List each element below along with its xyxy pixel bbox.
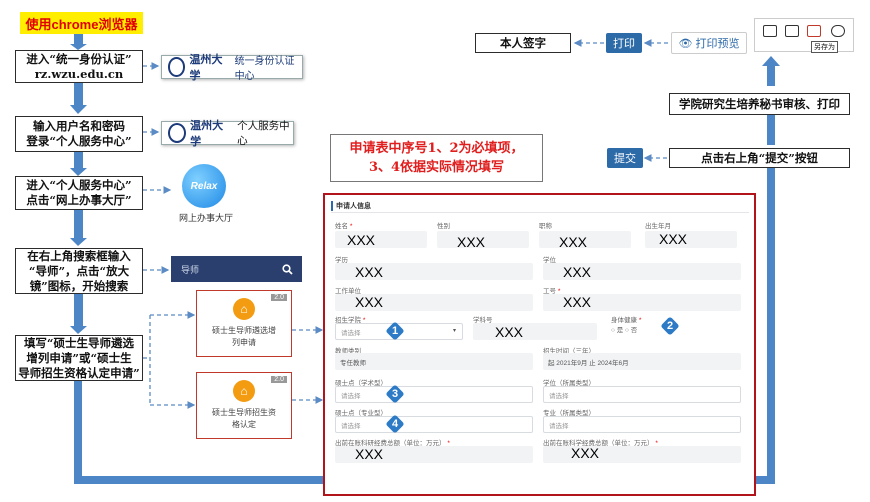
marker-4: 4 [387, 416, 403, 432]
step-fill-form: 填写“硕士生导师遴选 增列申请”或“硕士生 导师招生资格认定申请” [15, 335, 143, 381]
step-sign: 本人签字 [475, 33, 571, 53]
application-form: 申请人信息 姓名 * XXX 性别 XXX 职称 XXX 出生年月 XXX 学历… [323, 193, 756, 496]
eye-icon: 👁 [678, 37, 693, 50]
tutor-selection-card[interactable]: 2.0 ⌂ 硕士生导师遴选增 列申请 [196, 290, 292, 357]
note-text: 3、4依据实际情况填写 [368, 160, 505, 175]
label-gender: 性别 [437, 223, 450, 230]
step-text: 点击“网上办事大厅” [26, 193, 132, 207]
funds-b-value: XXX [571, 445, 600, 461]
card-title: 格认定 [232, 420, 256, 429]
hand-icon[interactable] [831, 25, 845, 37]
print-preview-label: 打印预览 [695, 38, 740, 50]
label-birth: 出生年月 [645, 223, 671, 230]
period-input[interactable]: 起 2021年9月 止 2024年6月 [543, 353, 741, 370]
browser-hint: 使用chrome浏览器 [20, 12, 143, 34]
marker-1: 1 [387, 323, 403, 339]
major-type-select[interactable]: 请选择 [543, 416, 741, 433]
subject-code-value: XXX [495, 324, 524, 340]
step-text: 登录“个人服务中心” [26, 134, 132, 148]
step-text: “导师”，点击“放大 [28, 263, 130, 278]
auth-center-label: 统一身份认证中心 [234, 56, 295, 82]
subject-code-input[interactable] [473, 323, 597, 340]
university-seal-icon [168, 57, 186, 77]
degree2-value: XXX [563, 264, 592, 280]
step-text: 进入“统一身份认证” [26, 51, 132, 66]
step-enter-hall: 进入“个人服务中心” 点击“网上办事大厅” [15, 176, 143, 210]
step-text: 输入用户名和密码 [33, 119, 125, 133]
marker-2: 2 [662, 318, 678, 334]
step-text: 进入“个人服务中心” [26, 178, 132, 192]
point-prof-select[interactable]: 请选择 [335, 416, 533, 433]
print-preview-button[interactable]: 👁 打印预览 [671, 32, 747, 54]
tutor-qualification-card[interactable]: 2.0 ⌂ 硕士生导师招生资 格认定 [196, 372, 292, 439]
label-healthy: 身体健康 * [611, 317, 642, 324]
workplace-value: XXX [355, 294, 384, 310]
card-title: 列申请 [232, 338, 256, 347]
print-button[interactable]: 打印 [606, 33, 642, 53]
healthy-radio[interactable]: ○ 是 ○ 否 [611, 324, 637, 334]
step-login: 输入用户名和密码 登录“个人服务中心” [15, 116, 143, 152]
birth-value: XXX [659, 231, 688, 247]
card-badge: 2.0 [271, 376, 287, 383]
step-text: 填写“硕士生导师遴选 [23, 335, 135, 350]
submit-button[interactable]: 提交 [607, 148, 643, 168]
step-text: 在右上角搜索框输入 [27, 248, 131, 263]
required-fields-note: 申请表中序号1、2为必填项， 3、4依据实际情况填写 [330, 134, 543, 182]
printer-icon[interactable] [785, 25, 799, 37]
step-unified-auth: 进入“统一身份认证” rz.wzu.edu.cn [15, 50, 143, 83]
personal-center-logo: 温州大学 个人服务中心 [161, 119, 294, 148]
section-divider [331, 212, 749, 213]
card-title: 硕士生导师招生资 [212, 408, 276, 417]
search-input[interactable]: 导师 [171, 256, 302, 282]
step-text: 导师招生资格认定申请” [18, 365, 140, 380]
personal-center-label: 个人服务中心 [237, 120, 290, 147]
funds-a-value: XXX [355, 446, 384, 462]
point-academic-select[interactable]: 请选择 [335, 386, 533, 403]
home-icon: ⌂ [233, 298, 255, 320]
search-icon[interactable] [282, 264, 293, 275]
folder-icon[interactable] [763, 25, 777, 37]
label-title: 职称 [539, 223, 552, 230]
degree-value: XXX [355, 264, 384, 280]
label-name: 姓名 * [335, 223, 353, 230]
tutor-type-input[interactable]: 专任教师 [335, 353, 533, 370]
form-section-title: 申请人信息 [331, 201, 371, 211]
auth-center-logo: 温州大学 统一身份认证中心 [161, 53, 303, 82]
step-text: 增列申请”或“硕士生 [26, 350, 132, 365]
home-icon: ⌂ [233, 380, 255, 402]
gender-value: XXX [457, 234, 486, 250]
step-review-print: 学院研究生培养秘书审核、打印 [669, 93, 850, 115]
step-click-submit: 点击右上角“提交”按钮 [669, 148, 850, 168]
online-hall-label: 网上办事大厅 [178, 213, 233, 223]
step-text: 镜”图标，开始搜索 [29, 278, 129, 293]
search-value: 导师 [181, 264, 200, 275]
step-search: 在右上角搜索框输入 “导师”，点击“放大 镜”图标，开始搜索 [15, 248, 143, 294]
chevron-down-icon: ▾ [453, 328, 457, 334]
university-seal-icon [168, 123, 187, 143]
save-as-tooltip: 另存为 [811, 41, 838, 53]
step-text: rz.wzu.edu.cn [34, 66, 124, 81]
card-badge: 2.0 [271, 294, 287, 301]
save-icon[interactable] [807, 25, 821, 37]
title-value: XXX [559, 234, 588, 250]
card-title: 硕士生导师遴选增 [212, 326, 276, 335]
marker-3: 3 [387, 386, 403, 402]
pdf-toolbar: 另存为 [754, 18, 854, 53]
university-name: 温州大学 [190, 119, 224, 148]
relax-icon[interactable]: Relax [182, 164, 226, 208]
name-value: XXX [347, 232, 376, 248]
note-text: 申请表中序号1、2为必填项， [349, 141, 524, 156]
work-id-value: XXX [563, 294, 592, 310]
university-name: 温州大学 [189, 53, 223, 82]
subject-type-select[interactable]: 请选择 [543, 386, 741, 403]
